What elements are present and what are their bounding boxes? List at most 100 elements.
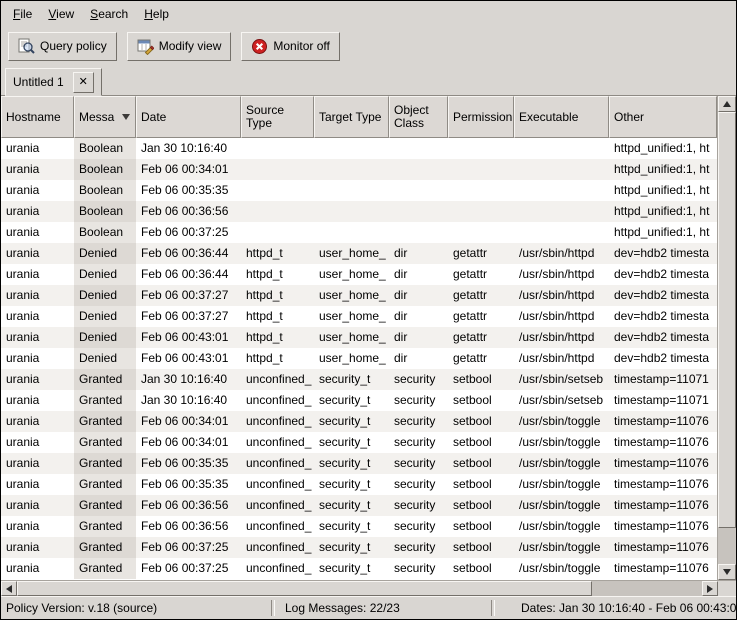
cell-source-type: httpd_t bbox=[241, 264, 314, 285]
cell-message: Boolean bbox=[74, 222, 136, 243]
cell-hostname: urania bbox=[1, 516, 74, 537]
table-row[interactable]: uraniaGrantedFeb 06 00:37:25unconfined_s… bbox=[1, 558, 717, 579]
vertical-scroll-thumb[interactable] bbox=[718, 112, 736, 528]
cell-object-class bbox=[389, 222, 448, 243]
column-header-date[interactable]: Date bbox=[136, 96, 241, 138]
table-row[interactable]: uraniaGrantedJan 30 10:16:40unconfined_s… bbox=[1, 369, 717, 390]
column-header-object-class[interactable]: Object Class bbox=[389, 96, 448, 138]
cell-hostname: urania bbox=[1, 180, 74, 201]
cell-target-type: security_t bbox=[314, 495, 389, 516]
column-header-other[interactable]: Other bbox=[609, 96, 717, 138]
column-header-target-type[interactable]: Target Type bbox=[314, 96, 389, 138]
scroll-right-button[interactable] bbox=[702, 581, 718, 596]
cell-executable: /usr/sbin/setseb bbox=[514, 369, 609, 390]
cell-permission bbox=[448, 201, 514, 222]
table-header-row: Hostname Messa Date Source Type Target T… bbox=[1, 96, 717, 138]
cell-message: Boolean bbox=[74, 159, 136, 180]
cell-date: Feb 06 00:35:35 bbox=[136, 453, 241, 474]
cell-executable: /usr/sbin/toggle bbox=[514, 558, 609, 579]
cell-permission: getattr bbox=[448, 306, 514, 327]
cell-source-type: unconfined_ bbox=[241, 537, 314, 558]
cell-executable: /usr/sbin/httpd bbox=[514, 306, 609, 327]
cell-object-class: security bbox=[389, 474, 448, 495]
modify-view-button[interactable]: Modify view bbox=[127, 32, 232, 61]
menu-view[interactable]: View bbox=[40, 3, 82, 25]
table-row[interactable]: uraniaDeniedFeb 06 00:36:44httpd_tuser_h… bbox=[1, 264, 717, 285]
horizontal-scroll-thumb[interactable] bbox=[17, 581, 592, 596]
cell-source-type bbox=[241, 159, 314, 180]
horizontal-scrollbar[interactable] bbox=[1, 580, 718, 596]
monitor-off-button[interactable]: Monitor off bbox=[241, 32, 339, 61]
table-row[interactable]: uraniaGrantedJan 30 10:16:40unconfined_s… bbox=[1, 390, 717, 411]
table-row[interactable]: uraniaGrantedFeb 06 00:34:01unconfined_s… bbox=[1, 411, 717, 432]
table-row[interactable]: uraniaDeniedFeb 06 00:37:27httpd_tuser_h… bbox=[1, 306, 717, 327]
cell-object-class bbox=[389, 201, 448, 222]
menu-search[interactable]: Search bbox=[82, 3, 136, 25]
table-body: uraniaBooleanJan 30 10:16:40httpd_unifie… bbox=[1, 138, 717, 580]
menu-help[interactable]: Help bbox=[136, 3, 177, 25]
table-row[interactable]: uraniaGrantedFeb 06 00:34:01unconfined_s… bbox=[1, 432, 717, 453]
column-label: Object Class bbox=[394, 104, 443, 130]
cell-permission: setbool bbox=[448, 495, 514, 516]
scroll-down-button[interactable] bbox=[718, 564, 736, 580]
arrow-up-icon bbox=[723, 101, 731, 107]
cell-executable: /usr/sbin/httpd bbox=[514, 348, 609, 369]
vertical-scroll-track[interactable] bbox=[718, 112, 736, 564]
column-header-hostname[interactable]: Hostname bbox=[1, 96, 74, 138]
table-row[interactable]: uraniaBooleanFeb 06 00:35:35httpd_unifie… bbox=[1, 180, 717, 201]
scroll-up-button[interactable] bbox=[718, 96, 736, 112]
table-row[interactable]: uraniaGrantedFeb 06 00:37:25unconfined_s… bbox=[1, 537, 717, 558]
toolbar: Query policy Modify view bbox=[1, 27, 736, 65]
cell-date: Feb 06 00:36:56 bbox=[136, 516, 241, 537]
table-row[interactable]: uraniaGrantedFeb 06 00:36:56unconfined_s… bbox=[1, 495, 717, 516]
cell-other: timestamp=11071 bbox=[609, 369, 717, 390]
cell-object-class: security bbox=[389, 558, 448, 579]
tab-close-button[interactable]: ✕ bbox=[73, 72, 94, 93]
cell-target-type: user_home_ bbox=[314, 285, 389, 306]
table-row[interactable]: uraniaDeniedFeb 06 00:37:27httpd_tuser_h… bbox=[1, 285, 717, 306]
cell-other: dev=hdb2 timesta bbox=[609, 285, 717, 306]
cell-object-class bbox=[389, 159, 448, 180]
table-row[interactable]: uraniaBooleanFeb 06 00:36:56httpd_unifie… bbox=[1, 201, 717, 222]
table-row[interactable]: uraniaDeniedFeb 06 00:43:01httpd_tuser_h… bbox=[1, 348, 717, 369]
cell-message: Denied bbox=[74, 243, 136, 264]
app-window: File View Search Help Query policy bbox=[0, 0, 737, 620]
cell-message: Denied bbox=[74, 285, 136, 306]
table-row[interactable]: uraniaGrantedFeb 06 00:35:35unconfined_s… bbox=[1, 474, 717, 495]
cell-target-type: security_t bbox=[314, 558, 389, 579]
sort-desc-icon bbox=[122, 114, 130, 120]
cell-source-type: unconfined_ bbox=[241, 474, 314, 495]
scroll-left-button[interactable] bbox=[1, 581, 17, 596]
table-row[interactable]: uraniaBooleanJan 30 10:16:40httpd_unifie… bbox=[1, 138, 717, 159]
cell-source-type: unconfined_ bbox=[241, 390, 314, 411]
column-header-permission[interactable]: Permission bbox=[448, 96, 514, 138]
cell-date: Feb 06 00:43:01 bbox=[136, 348, 241, 369]
cell-target-type bbox=[314, 201, 389, 222]
cell-hostname: urania bbox=[1, 348, 74, 369]
cell-date: Feb 06 00:37:27 bbox=[136, 285, 241, 306]
menu-file[interactable]: File bbox=[5, 3, 40, 25]
column-header-executable[interactable]: Executable bbox=[514, 96, 609, 138]
query-policy-button[interactable]: Query policy bbox=[8, 32, 117, 61]
table-row[interactable]: uraniaDeniedFeb 06 00:36:44httpd_tuser_h… bbox=[1, 243, 717, 264]
cell-other: timestamp=11076 bbox=[609, 516, 717, 537]
table-row[interactable]: uraniaBooleanFeb 06 00:37:25httpd_unifie… bbox=[1, 222, 717, 243]
horizontal-scroll-track[interactable] bbox=[17, 581, 702, 596]
cell-permission: getattr bbox=[448, 327, 514, 348]
cell-other: httpd_unified:1, ht bbox=[609, 159, 717, 180]
table-row[interactable]: uraniaDeniedFeb 06 00:43:01httpd_tuser_h… bbox=[1, 327, 717, 348]
modify-view-label: Modify view bbox=[159, 39, 222, 53]
cell-hostname: urania bbox=[1, 558, 74, 579]
column-header-message[interactable]: Messa bbox=[74, 96, 136, 138]
table-row[interactable]: uraniaGrantedFeb 06 00:36:56unconfined_s… bbox=[1, 516, 717, 537]
table-row[interactable]: uraniaBooleanFeb 06 00:34:01httpd_unifie… bbox=[1, 159, 717, 180]
cell-date: Feb 06 00:36:44 bbox=[136, 264, 241, 285]
column-header-source-type[interactable]: Source Type bbox=[241, 96, 314, 138]
cell-message: Boolean bbox=[74, 180, 136, 201]
table-row[interactable]: uraniaGrantedFeb 06 00:35:35unconfined_s… bbox=[1, 453, 717, 474]
cell-object-class: security bbox=[389, 453, 448, 474]
tab-untitled-1[interactable]: Untitled 1 ✕ bbox=[5, 68, 102, 96]
cell-executable: /usr/sbin/setseb bbox=[514, 390, 609, 411]
cell-object-class: security bbox=[389, 432, 448, 453]
vertical-scrollbar[interactable] bbox=[717, 96, 736, 580]
